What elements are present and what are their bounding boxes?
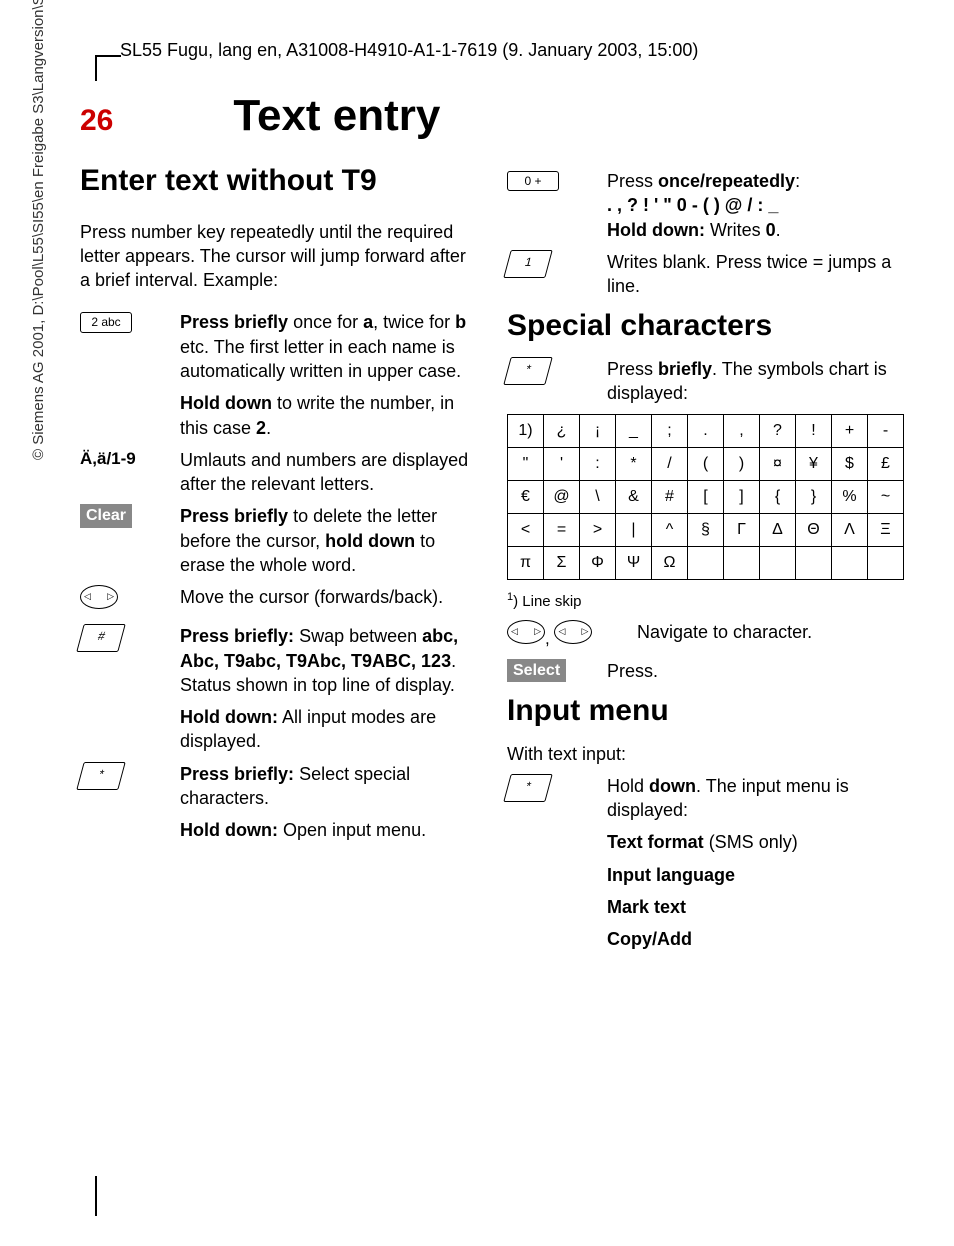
umlaut-label: Ä,ä/1-9: [80, 448, 180, 471]
header-info: SL55 Fugu, lang en, A31008-H4910-A1-1-76…: [120, 40, 904, 61]
clear-button: Clear: [80, 504, 132, 528]
page-number: 26: [80, 104, 113, 138]
nav-icon: [80, 585, 118, 609]
key0-desc: Press once/repeatedly: . , ? ! ' " 0 - (…: [607, 169, 904, 242]
menu-copy-add: Copy/Add: [607, 927, 904, 951]
select-button: Select: [507, 659, 566, 683]
intro-text: Press number key repeatedly until the re…: [80, 220, 477, 293]
heading-enter-text: Enter text without T9: [80, 161, 477, 202]
nav-icon-2: [554, 620, 592, 644]
right-column: 0 + Press once/repeatedly: . , ? ! ' " 0…: [507, 161, 904, 960]
nav-desc: Move the cursor (forwards/back).: [180, 585, 477, 609]
star-desc1: Press briefly: Select special characters…: [180, 762, 477, 811]
star-key-icon-2: *: [503, 357, 553, 385]
hash-key-icon: #: [76, 624, 126, 652]
key-2abc: 2 abc: [80, 312, 132, 332]
heading-input-menu: Input menu: [507, 691, 904, 732]
input-intro: With text input:: [507, 742, 904, 766]
crop-mark-bottom: [95, 1176, 97, 1216]
key2-hold: Hold down to write the number, in this c…: [180, 391, 477, 440]
hash-desc1: Press briefly: Swap between abc, Abc, T9…: [180, 624, 477, 697]
key-0: 0 +: [507, 171, 559, 191]
key2-desc: Press briefly once for a, twice for b et…: [180, 310, 477, 383]
key-1: 1: [503, 250, 553, 278]
crop-mark-top: [95, 55, 121, 81]
star-brief-desc: Press briefly. The symbols chart is disp…: [607, 357, 904, 406]
left-column: Enter text without T9 Press number key r…: [80, 161, 477, 960]
key1-desc: Writes blank. Press twice = jumps a line…: [607, 250, 904, 299]
clear-desc: Press briefly to delete the letter befor…: [180, 504, 477, 577]
star-desc2: Hold down: Open input menu.: [180, 818, 477, 842]
menu-input-language: Input language: [607, 863, 904, 887]
symbol-table: 1)¿¡_;.,?!+- "':*/()¤¥$£ €@\&#[]{}%~ <=>…: [507, 414, 904, 580]
page-title: Text entry: [233, 91, 440, 141]
nav-icon-1: [507, 620, 545, 644]
hash-desc2: Hold down: All input modes are displayed…: [180, 705, 477, 754]
nav-char-text: Navigate to character.: [637, 620, 904, 644]
umlaut-text: Umlauts and numbers are displayed after …: [180, 448, 477, 497]
star-key-icon: *: [76, 762, 126, 790]
menu-mark-text: Mark text: [607, 895, 904, 919]
star-key-icon-3: *: [503, 774, 553, 802]
side-copyright: © Siemens AG 2001, D:\Pool\L55\SI55\en F…: [30, 0, 47, 460]
heading-special: Special characters: [507, 306, 904, 347]
footnote: 11) Line skip) Line skip: [507, 590, 904, 612]
select-desc: Press.: [607, 659, 904, 683]
menu-text-format: Text format (SMS only): [607, 830, 904, 854]
input-hold-desc: Hold down. The input menu is displayed:: [607, 774, 904, 823]
